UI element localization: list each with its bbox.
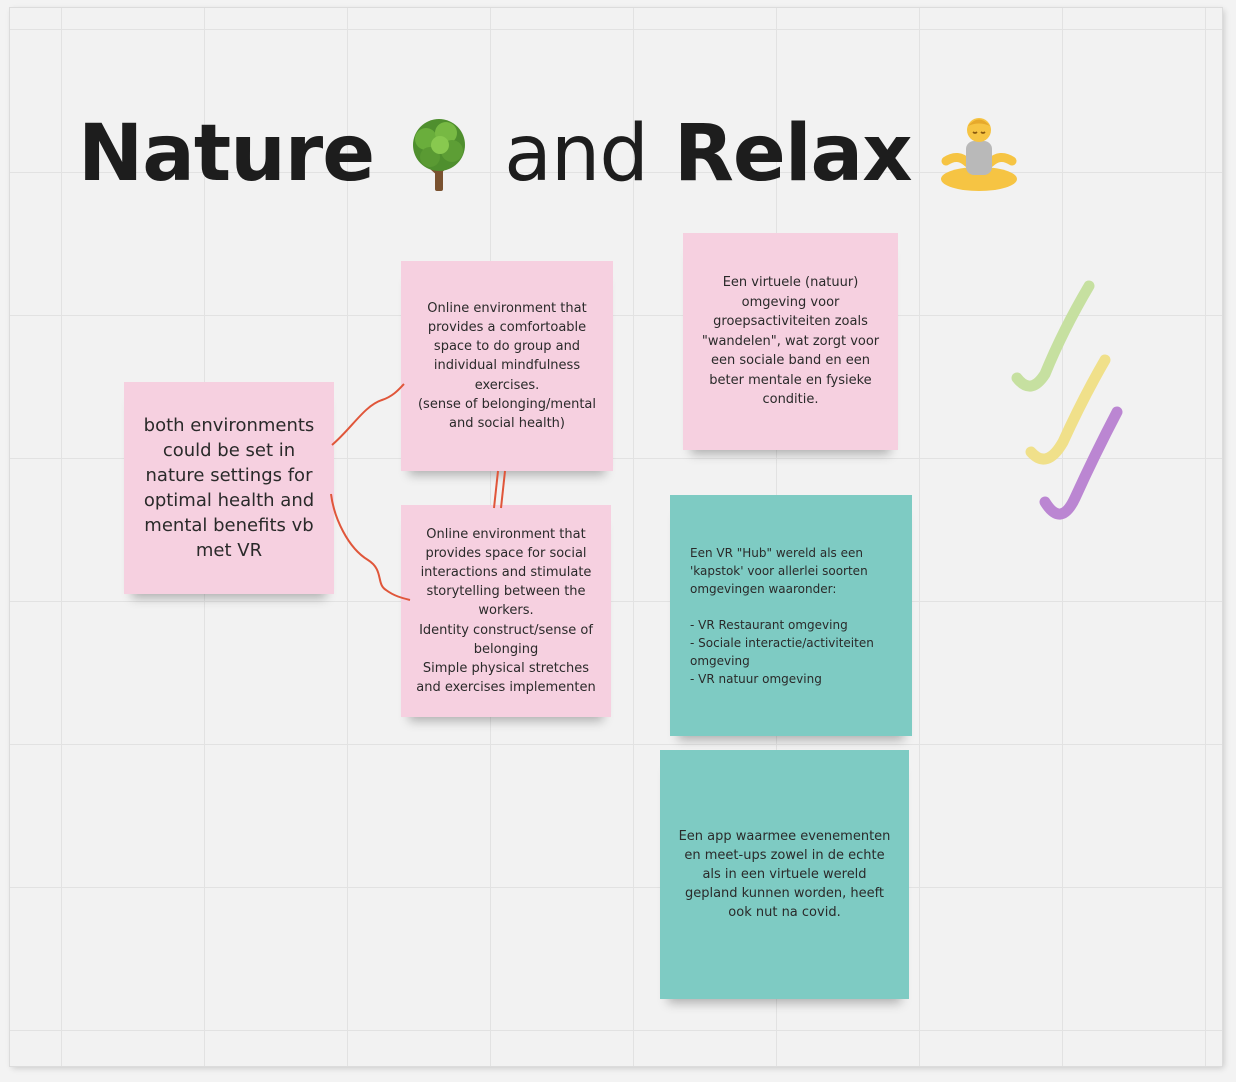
connector-between-notes-b — [500, 470, 506, 509]
checkmarks-group — [1011, 280, 1123, 520]
checkmark-icon — [1011, 280, 1095, 392]
connector-to-mindfulness — [331, 383, 405, 446]
connector-to-social — [330, 493, 411, 601]
connector-between-notes-a — [493, 470, 499, 509]
whiteboard-canvas[interactable]: Nature and Relax both environments could… — [10, 8, 1222, 1066]
checkmark-icon — [1039, 406, 1123, 520]
